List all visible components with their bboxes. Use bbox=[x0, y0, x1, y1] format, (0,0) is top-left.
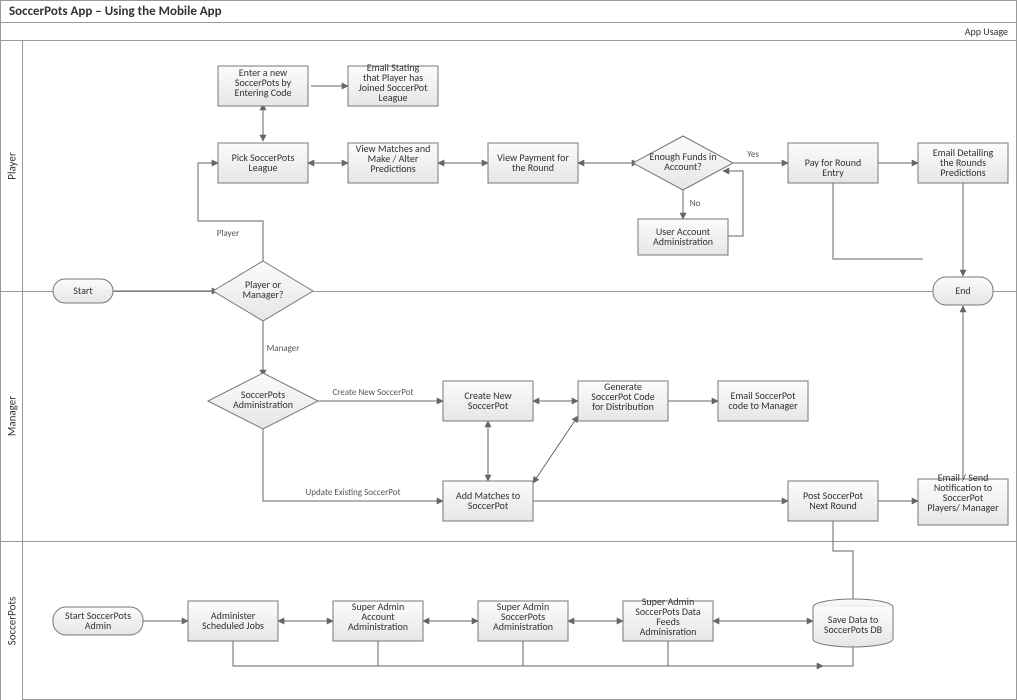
svg-text:Post SoccerPotNext Round: Post SoccerPotNext Round bbox=[803, 489, 864, 512]
node-start: Start bbox=[53, 279, 113, 303]
lane-label: Player bbox=[5, 152, 18, 179]
lane-header-player: Player bbox=[1, 41, 23, 291]
svg-text:Super AdminSoccerPots DataFeed: Super AdminSoccerPots DataFeedsAdminisra… bbox=[635, 595, 701, 638]
node-sp-admin-decision: SoccerPotsAdministration bbox=[208, 373, 318, 429]
svg-text:User AccountAdministration: User AccountAdministration bbox=[653, 225, 713, 248]
lane-label: Manager bbox=[5, 396, 18, 436]
node-pick-league: Pick SoccerPotsLeague bbox=[218, 143, 308, 183]
node-add-matches: Add Matches toSoccerPot bbox=[443, 481, 533, 521]
edge-label: No bbox=[690, 198, 701, 209]
svg-text:Create NewSoccerPot: Create NewSoccerPot bbox=[464, 389, 512, 412]
svg-text:Super AdminSoccerPotsAdministr: Super AdminSoccerPotsAdministration bbox=[493, 600, 553, 633]
node-admin-start: Start SoccerPotsAdmin bbox=[53, 607, 143, 635]
svg-text:Enter a newSoccerPots byEnteri: Enter a newSoccerPots byEntering Code bbox=[234, 66, 291, 99]
svg-text:Email SoccerPotcode to Manager: Email SoccerPotcode to Manager bbox=[728, 389, 798, 412]
node-role-decision: Player orManager? bbox=[213, 261, 313, 321]
lane-header-admin: SoccerPots bbox=[1, 541, 23, 700]
lane-header-manager: Manager bbox=[1, 291, 23, 541]
svg-text:Save Data toSoccerPots DB: Save Data toSoccerPots DB bbox=[824, 613, 883, 636]
node-email-code: Email SoccerPotcode to Manager bbox=[718, 381, 808, 421]
node-pay-round: Pay for RoundEntry bbox=[788, 143, 878, 183]
node-notify: Email / SendNotification toSoccerPotPlay… bbox=[918, 471, 1008, 525]
lane-label: SoccerPots bbox=[5, 596, 18, 645]
svg-text:Email Detailingthe RoundsPredi: Email Detailingthe RoundsPredictions bbox=[933, 146, 994, 179]
svg-text:Player orManager?: Player orManager? bbox=[242, 278, 283, 301]
node-enter-code: Enter a newSoccerPots byEntering Code bbox=[218, 66, 308, 106]
node-view-matches: View Matches andMake / AlterPredictions bbox=[348, 142, 438, 183]
svg-text:Start: Start bbox=[73, 284, 93, 297]
node-end: End bbox=[933, 277, 993, 305]
node-gen-code: GenerateSoccerPot Codefor Distribution bbox=[578, 380, 668, 421]
diagram-title: SoccerPots App – Using the Mobile App bbox=[1, 1, 1016, 23]
node-view-payment: View Payment forthe Round bbox=[488, 143, 578, 183]
edge-label: Player bbox=[217, 228, 239, 239]
flow-svg: Player Manager Yes No Create New SoccerP… bbox=[23, 41, 1017, 700]
edge-label: Update Existing SoccerPot bbox=[305, 487, 400, 498]
svg-text:AdministerScheduled Jobs: AdministerScheduled Jobs bbox=[202, 609, 264, 632]
edge-label: Yes bbox=[747, 149, 759, 160]
diagram-frame: SoccerPots App – Using the Mobile App Ap… bbox=[0, 0, 1017, 700]
svg-text:End: End bbox=[955, 284, 970, 297]
node-admin-sp: Super AdminSoccerPotsAdministration bbox=[478, 600, 568, 641]
svg-text:Email / SendNotification toSoc: Email / SendNotification toSoccerPotPlay… bbox=[927, 471, 999, 514]
node-user-admin: User AccountAdministration bbox=[638, 219, 728, 255]
node-create-new: Create NewSoccerPot bbox=[443, 381, 533, 421]
node-funds-decision: Enough Funds inAccount? bbox=[633, 136, 733, 190]
edge-label: Manager bbox=[267, 343, 300, 354]
node-db: Save Data toSoccerPots DB bbox=[813, 599, 893, 647]
svg-text:SoccerPotsAdministration: SoccerPotsAdministration bbox=[233, 388, 293, 411]
diagram-subtitle: App Usage bbox=[1, 23, 1016, 41]
edge-label: Create New SoccerPot bbox=[332, 387, 413, 398]
node-admin-jobs: AdministerScheduled Jobs bbox=[188, 601, 278, 641]
node-email-join: Email Statingthat Player hasJoined Socce… bbox=[348, 61, 438, 106]
node-email-round: Email Detailingthe RoundsPredictions bbox=[918, 143, 1008, 183]
node-post-round: Post SoccerPotNext Round bbox=[788, 481, 878, 521]
node-admin-feeds: Super AdminSoccerPots DataFeedsAdminisra… bbox=[623, 595, 713, 641]
swimlanes: Player Manager SoccerPots Player Manager bbox=[1, 41, 1016, 699]
node-admin-account: Super AdminAccountAdministration bbox=[333, 600, 423, 641]
